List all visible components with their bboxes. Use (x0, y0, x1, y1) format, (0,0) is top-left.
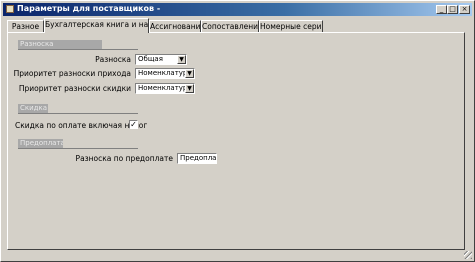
prepayment-posting-value: Предоплата (180, 154, 217, 162)
receipt-priority-label: Приоритет разноски прихода (13, 69, 131, 78)
chevron-down-icon[interactable]: ▼ (185, 69, 194, 78)
section-posting-header: Разноска (18, 40, 102, 49)
tab-assignments[interactable]: Ассигнования (149, 20, 201, 32)
prepayment-posting-select[interactable]: Предоплата (177, 153, 217, 164)
discount-priority-label: Приоритет разноски скидки (18, 84, 131, 93)
posting-select[interactable]: Общая ▼ (135, 54, 187, 65)
minimize-button[interactable]: _ (436, 5, 447, 14)
chevron-down-icon[interactable]: ▼ (177, 55, 186, 64)
chevron-down-icon[interactable]: ▼ (185, 84, 194, 93)
tab-ledger-and-tax[interactable]: Бухгалтерская книга и налог (44, 18, 149, 33)
section-discount-header: Скидка (18, 104, 48, 113)
dialog-window: Параметры для поставщиков - _ □ × Разное… (0, 0, 475, 262)
status-bar (3, 251, 472, 259)
section-divider (18, 113, 138, 114)
receipt-priority-value: Номенклатура (138, 69, 192, 77)
tab-matching[interactable]: Сопоставление (201, 20, 259, 32)
tab-misc[interactable]: Разное (7, 20, 44, 32)
close-button[interactable]: × (459, 5, 470, 14)
window-title: Параметры для поставщиков - (17, 4, 161, 13)
discount-priority-value: Номенклатура (138, 84, 192, 92)
section-divider (18, 49, 138, 50)
tab-number-series[interactable]: Номерные серии (259, 20, 323, 32)
discount-incl-tax-label: Скидка по оплате включая налог (15, 121, 148, 130)
posting-value: Общая (138, 55, 163, 63)
tab-panel: Разноска Разноска Общая ▼ Приоритет разн… (7, 32, 465, 250)
section-prepayment-header: Предоплата (18, 139, 63, 148)
receipt-priority-select[interactable]: Номенклатура ▼ (135, 68, 195, 79)
section-divider (18, 148, 138, 149)
app-icon (6, 5, 14, 13)
tab-strip: Разное Бухгалтерская книга и налог Ассиг… (7, 18, 467, 33)
discount-incl-tax-checkbox[interactable]: ✓ (129, 120, 138, 129)
prepayment-posting-label: Разноска по предоплате (75, 154, 173, 163)
discount-priority-select[interactable]: Номенклатура ▼ (135, 83, 195, 94)
posting-label: Разноска (95, 55, 131, 64)
resize-grip-icon[interactable] (464, 251, 472, 259)
title-bar[interactable]: Параметры для поставщиков - _ □ × (3, 3, 472, 16)
maximize-button[interactable]: □ (447, 5, 458, 14)
